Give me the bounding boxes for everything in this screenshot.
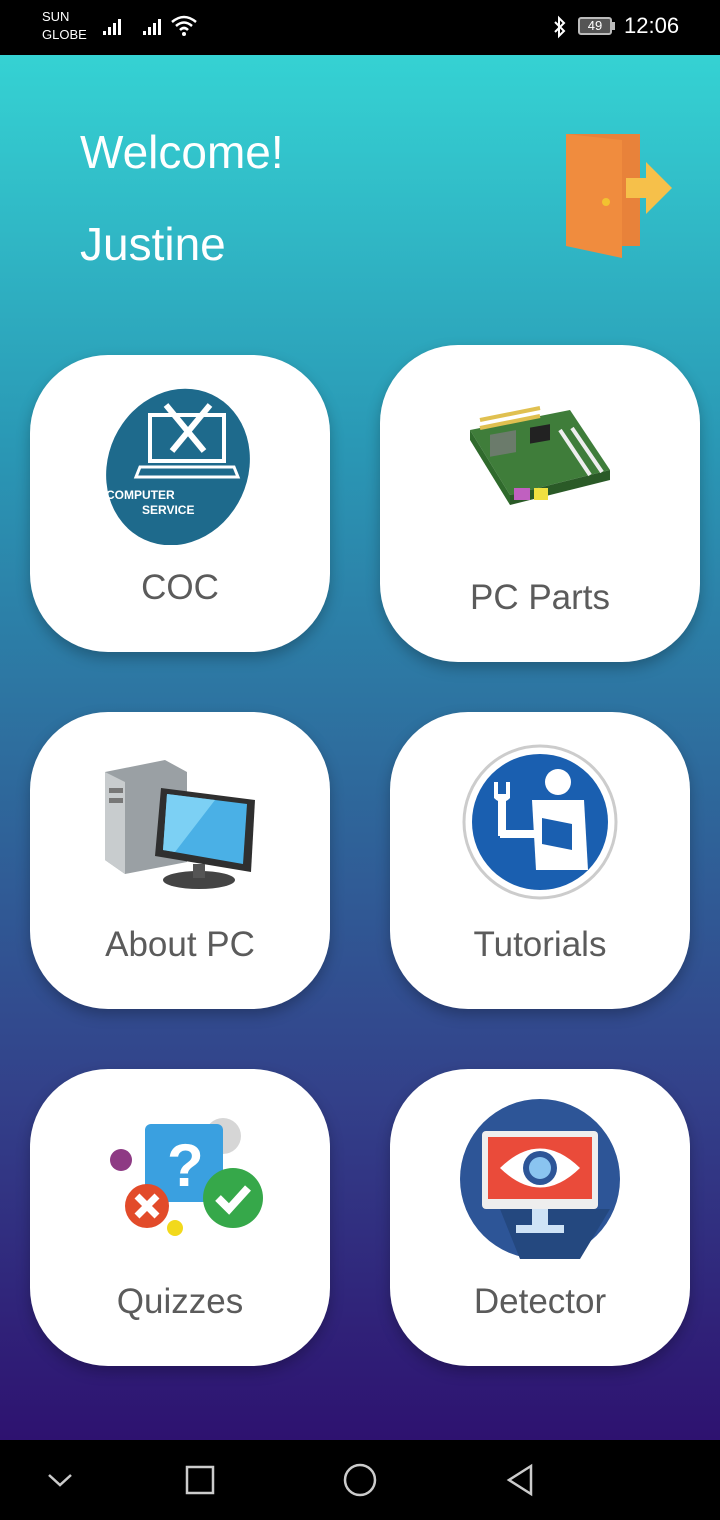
pc-parts-label: PC Parts	[469, 578, 611, 617]
back-triangle-icon	[506, 1463, 533, 1497]
carrier-1: SUN	[42, 9, 70, 24]
circle-icon	[343, 1463, 377, 1497]
tutorials-label: Tutorials	[473, 925, 607, 964]
username-label: Justine	[80, 218, 226, 270]
computer-service-icon: COMPUTER SERVICE	[106, 388, 250, 545]
collapse-nav-button[interactable]	[40, 1440, 80, 1520]
square-icon	[185, 1465, 215, 1495]
quiz-icon: ?	[110, 1118, 263, 1236]
coc-card[interactable]: COMPUTER SERVICE COC	[30, 355, 330, 652]
svg-text:?: ?	[167, 1132, 204, 1199]
door-exit-icon[interactable]	[560, 130, 676, 260]
pc-parts-card[interactable]: PC Parts	[380, 345, 700, 662]
welcome-heading: Welcome!	[80, 126, 284, 178]
battery-tip	[612, 22, 615, 30]
recents-button[interactable]	[180, 1440, 220, 1520]
tutorials-card[interactable]: Tutorials	[390, 712, 690, 1009]
coc-icon-text-2: SERVICE	[142, 503, 194, 517]
signal-icon	[143, 19, 161, 35]
eye-monitor-icon	[460, 1099, 620, 1259]
status-bar: SUN GLOBE 49 12:06	[0, 0, 720, 55]
coc-icon-text-1: COMPUTER	[106, 488, 175, 502]
detector-label: Detector	[473, 1282, 607, 1321]
about-pc-card[interactable]: About PC	[30, 712, 330, 1009]
back-button[interactable]	[500, 1440, 540, 1520]
quizzes-card[interactable]: ? Quizzes	[30, 1069, 330, 1366]
detector-card[interactable]: Detector	[390, 1069, 690, 1366]
carrier-2: GLOBE	[42, 27, 87, 42]
chevron-down-icon	[48, 1474, 72, 1487]
motherboard-icon	[470, 406, 610, 505]
wifi-icon	[171, 15, 197, 36]
main-screen: Welcome! Justine COMPUTER SERVICE COC PC…	[0, 55, 720, 1440]
battery-indicator: 49	[578, 17, 612, 35]
about-pc-label: About PC	[105, 925, 255, 964]
coc-label: COC	[141, 568, 219, 607]
reading-person-icon	[462, 744, 618, 900]
desktop-computer-icon	[105, 760, 255, 889]
clock: 12:06	[624, 13, 680, 38]
quizzes-label: Quizzes	[116, 1282, 244, 1321]
signal-icon	[103, 19, 121, 35]
home-button[interactable]	[340, 1440, 380, 1520]
system-nav-bar	[0, 1440, 720, 1520]
bluetooth-icon	[554, 15, 566, 39]
carrier-names: SUN GLOBE	[42, 8, 87, 44]
